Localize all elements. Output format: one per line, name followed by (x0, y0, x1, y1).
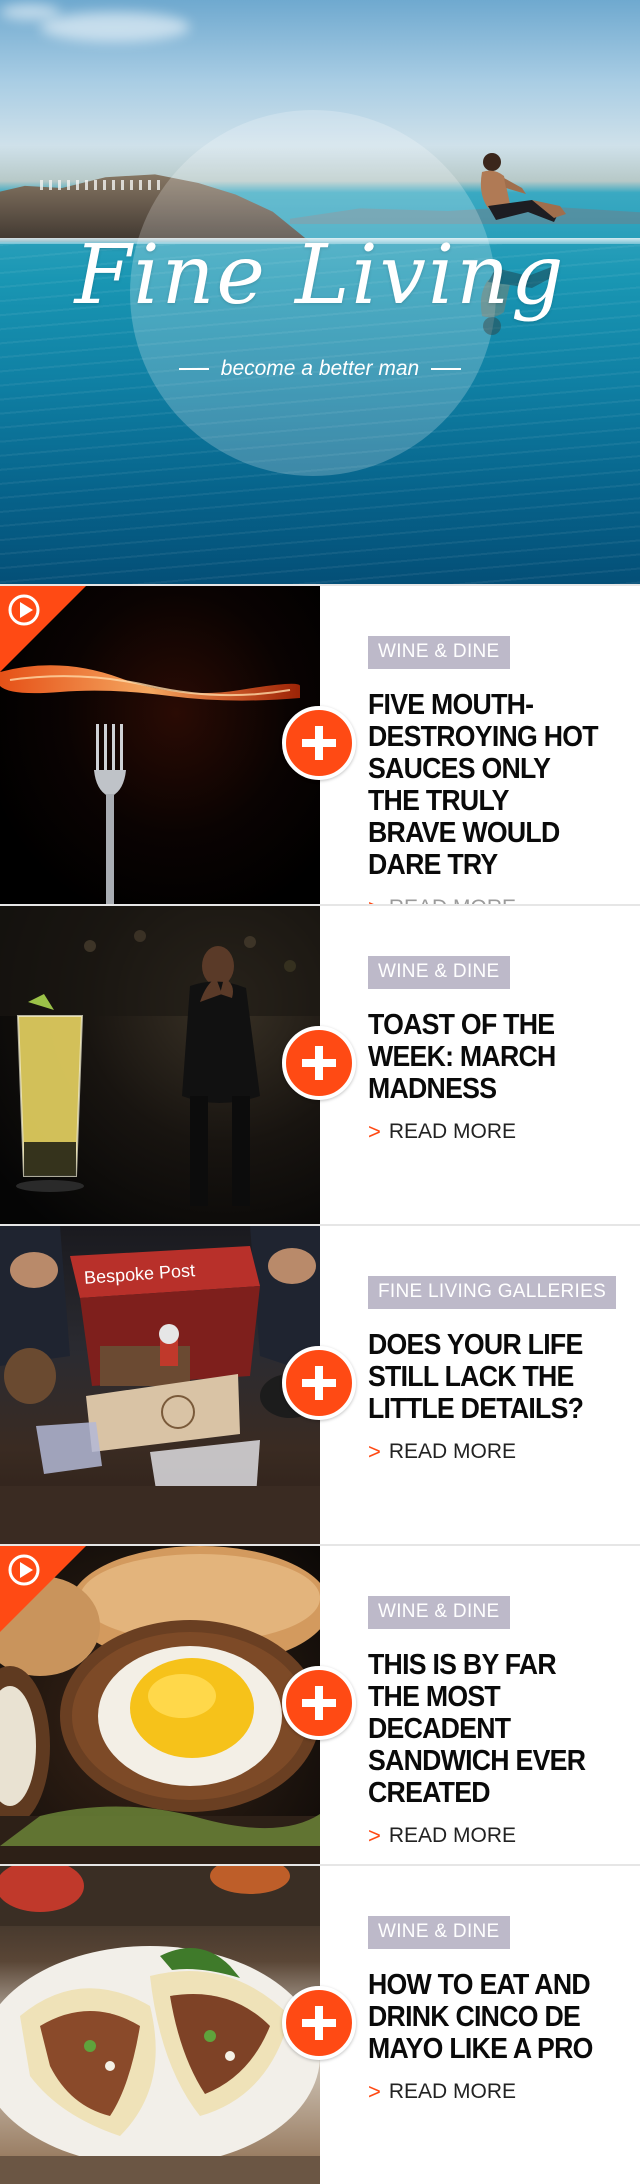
read-more-label: READ MORE (388, 2080, 517, 2103)
village (40, 180, 160, 190)
expand-button[interactable] (282, 706, 356, 780)
dash-left (178, 368, 209, 370)
expand-button[interactable] (282, 1346, 356, 1420)
article-card[interactable]: WINE & DINE TOAST OF THE WEEK: MARCH MAD… (0, 904, 640, 1224)
article-headline[interactable]: DOES YOUR LIFE STILL LACK THE LITTLE DET… (368, 1329, 598, 1425)
article-thumbnail[interactable] (0, 906, 320, 1224)
article-content: WINE & DINE TOAST OF THE WEEK: MARCH MAD… (320, 906, 640, 1224)
plus-icon (302, 1686, 336, 1720)
article-card[interactable]: WINE & DINE HOW TO EAT AND DRINK CINCO D… (0, 1864, 640, 2184)
article-headline[interactable]: THIS IS BY FAR THE MOST DECADENT SANDWIC… (368, 1649, 598, 1809)
category-tag[interactable]: WINE & DINE (368, 1596, 510, 1629)
hero-banner: Fine Living become a better man (0, 0, 640, 584)
read-more-label: READ MORE (388, 1120, 517, 1143)
chevron-right-icon: > (368, 1119, 381, 1144)
article-headline[interactable]: FIVE MOUTH-DESTROYING HOT SAUCES ONLY TH… (368, 689, 599, 881)
article-content: WINE & DINE THIS IS BY FAR THE MOST DECA… (320, 1546, 640, 1864)
cloud (0, 4, 60, 20)
tagline-text: become a better man (220, 357, 420, 380)
cocktail-fan-image (0, 906, 320, 1206)
category-tag[interactable]: WINE & DINE (368, 636, 510, 669)
article-headline[interactable]: TOAST OF THE WEEK: MARCH MADNESS (368, 1009, 598, 1105)
site-title: Fine Living (74, 228, 566, 323)
video-badge[interactable] (0, 1546, 86, 1632)
site-tagline: become a better man (0, 357, 640, 381)
dash-right (431, 368, 462, 370)
read-more-link[interactable]: > READ MORE (368, 1439, 640, 1465)
video-badge[interactable] (0, 586, 86, 672)
plus-icon (302, 1366, 336, 1400)
tacos-image (0, 1866, 320, 2184)
read-more-link[interactable]: > READ MORE (368, 1119, 640, 1145)
plus-icon (302, 1046, 336, 1080)
expand-button[interactable] (282, 1986, 356, 2060)
article-card[interactable]: Bespoke Post FINE LIVING GALLERIES DOES … (0, 1224, 640, 1544)
expand-button[interactable] (282, 1026, 356, 1100)
chevron-right-icon: > (368, 1823, 381, 1848)
read-more-link[interactable]: > READ MORE (368, 2079, 640, 2105)
read-more-link[interactable]: > READ MORE (368, 1823, 640, 1849)
category-tag[interactable]: WINE & DINE (368, 1916, 510, 1949)
article-content: WINE & DINE HOW TO EAT AND DRINK CINCO D… (320, 1866, 640, 2184)
article-thumbnail[interactable] (0, 1866, 320, 2184)
article-content: WINE & DINE FIVE MOUTH-DESTROYING HOT SA… (320, 586, 640, 920)
chevron-right-icon: > (368, 2079, 381, 2104)
category-tag[interactable]: FINE LIVING GALLERIES (368, 1276, 617, 1309)
article-card[interactable]: WINE & DINE FIVE MOUTH-DESTROYING HOT SA… (0, 584, 640, 920)
read-more-label: READ MORE (388, 1824, 517, 1847)
category-tag[interactable]: WINE & DINE (368, 956, 510, 989)
chevron-right-icon: > (368, 1439, 381, 1464)
plus-icon (302, 2006, 336, 2040)
article-content: FINE LIVING GALLERIES DOES YOUR LIFE STI… (320, 1226, 640, 1544)
cloud (40, 12, 190, 42)
expand-button[interactable] (282, 1666, 356, 1740)
article-thumbnail[interactable]: Bespoke Post (0, 1226, 320, 1544)
article-headline[interactable]: HOW TO EAT AND DRINK CINCO DE MAYO LIKE … (368, 1969, 598, 2065)
article-card[interactable]: WINE & DINE THIS IS BY FAR THE MOST DECA… (0, 1544, 640, 1864)
read-more-label: READ MORE (388, 1440, 517, 1463)
plus-icon (302, 726, 336, 760)
